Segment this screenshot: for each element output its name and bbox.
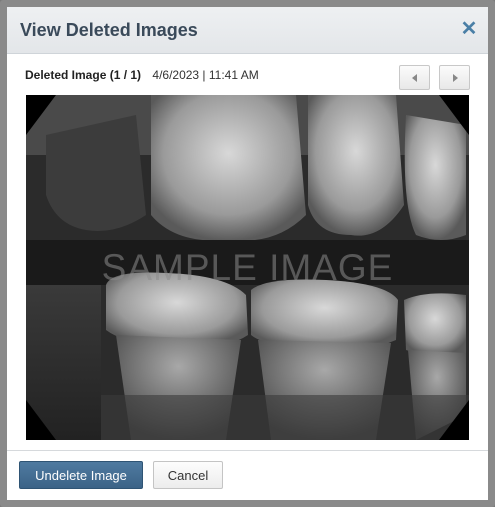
cancel-button[interactable]: Cancel — [153, 461, 223, 489]
deleted-image-viewer: SAMPLE IMAGE — [26, 95, 469, 440]
dialog-footer: Undelete Image Cancel — [7, 450, 488, 500]
dialog-header: View Deleted Images ✕ — [7, 7, 488, 54]
image-counter-label: Deleted Image (1 / 1) — [25, 68, 142, 82]
dialog-title: View Deleted Images — [20, 20, 198, 40]
chevron-left-icon — [412, 74, 417, 82]
chevron-right-icon — [453, 74, 458, 82]
next-image-button[interactable] — [439, 65, 470, 90]
image-date: 4/6/2023 | 11:41 AM — [152, 68, 259, 82]
close-icon[interactable]: ✕ — [460, 19, 478, 39]
undelete-image-button[interactable]: Undelete Image — [19, 461, 143, 489]
previous-image-button[interactable] — [399, 65, 430, 90]
image-info: Deleted Image (1 / 1) 4/6/2023 | 11:41 A… — [25, 68, 259, 86]
sample-image-watermark: SAMPLE IMAGE — [101, 247, 394, 288]
view-deleted-images-dialog: View Deleted Images ✕ Deleted Image (1 /… — [0, 0, 495, 507]
